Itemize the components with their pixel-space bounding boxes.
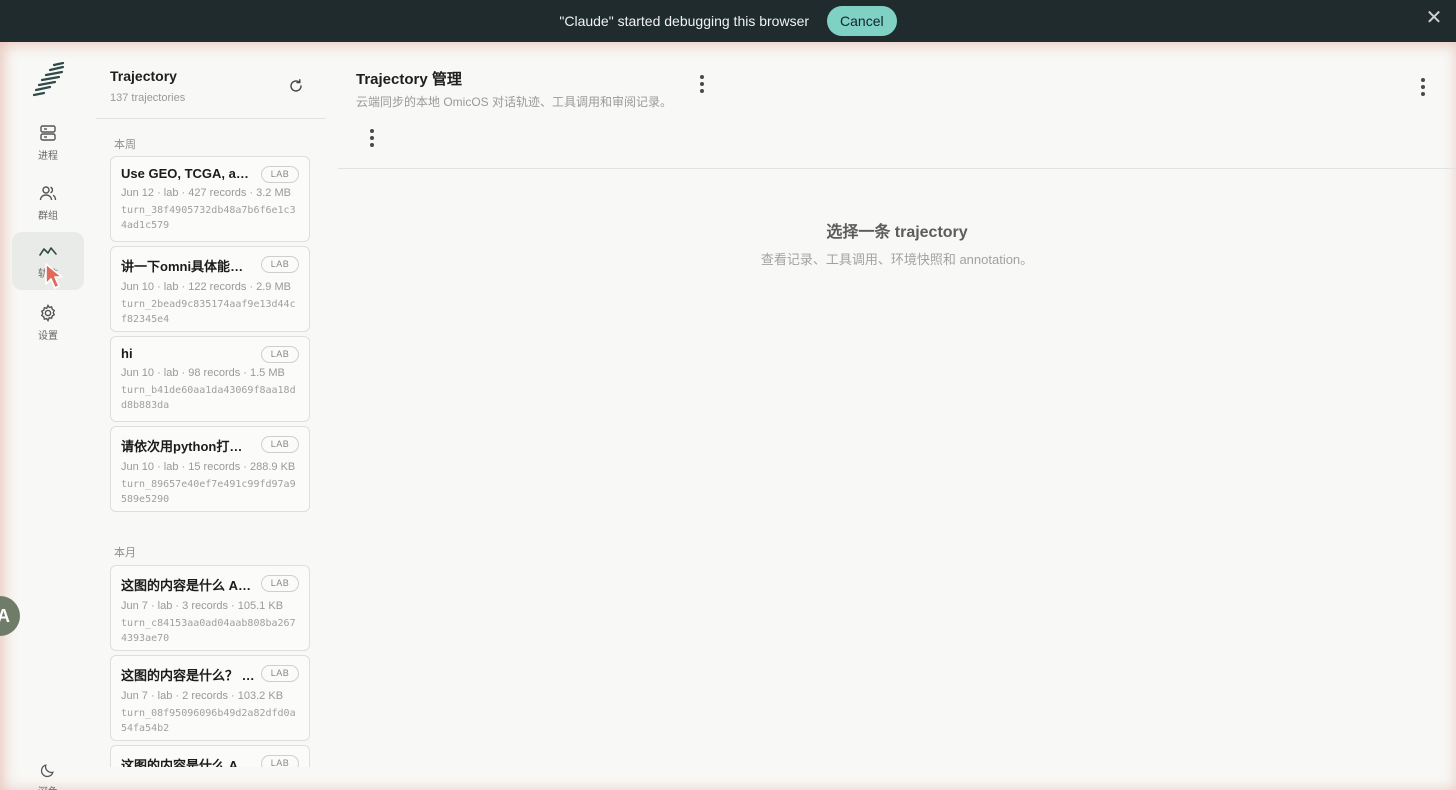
mouse-cursor-icon [45, 263, 63, 289]
card-meta: Jun 12 · lab · 427 records · 3.2 MB [121, 187, 291, 199]
card-turn-id: turn_2bead9c835174aaf9e13d44cf82345e4 [121, 299, 296, 325]
close-icon[interactable]: ✕ [1422, 6, 1446, 30]
debug-banner: "Claude" started debugging this browser … [0, 0, 1456, 42]
page-title: Trajectory 管理 [356, 71, 462, 88]
card-turn-id: turn_89657e40ef7e491c99fd97a9589e5290 [121, 479, 296, 505]
trajectory-card[interactable]: 这图的内容是什么 Attachment LAB Jun 7 · lab · 3 … [110, 565, 310, 651]
main-divider [338, 168, 1456, 169]
card-meta: Jun 7 · lab · 2 records · 103.2 KB [121, 690, 284, 702]
lab-badge: LAB [261, 575, 299, 592]
list-divider [96, 118, 326, 119]
theme-toggle[interactable]: 深色 [12, 758, 84, 790]
lab-badge: LAB [261, 256, 299, 273]
trajectory-card[interactable]: hi LAB Jun 10 · lab · 98 records · 1.5 M… [110, 336, 310, 422]
trajectory-list-panel: Trajectory 137 trajectories 本周 Use GEO, … [96, 42, 326, 790]
card-turn-id: turn_08f95096096b49d2a82dfd0a54fa54b2 [121, 708, 296, 734]
debug-message: "Claude" started debugging this browser [559, 13, 810, 29]
trajectory-card[interactable]: 这图的内容是什么 Attachment LAB [110, 745, 310, 767]
rail-item-processes[interactable]: 进程 [12, 114, 84, 172]
card-title: 讲一下omni具体能干什么 [121, 259, 255, 274]
empty-state-description: 查看记录、工具调用、环境快照和 annotation。 [760, 252, 1034, 267]
card-meta: Jun 7 · lab · 3 records · 105.1 KB [121, 600, 284, 612]
trajectory-card[interactable]: 讲一下omni具体能干什么 LAB Jun 10 · lab · 122 rec… [110, 246, 310, 332]
card-title: 这图的内容是什么 Attachment [121, 758, 255, 767]
card-title: 这图的内容是什么 Attachment [121, 578, 255, 593]
trajectory-card[interactable]: 请依次用python打印数字 LAB Jun 10 · lab · 15 rec… [110, 426, 310, 512]
card-title: 请依次用python打印数字 [121, 439, 255, 454]
empty-state-title: 选择一条 trajectory [826, 224, 968, 241]
card-title: 这图的内容是什么？ Attachment [121, 668, 255, 683]
refresh-icon[interactable] [288, 78, 304, 94]
lab-badge: LAB [261, 346, 299, 363]
trajectory-card[interactable]: Use GEO, TCGA, and other public datasets… [110, 156, 310, 242]
more-options-icon[interactable] [364, 126, 380, 154]
card-meta: Jun 10 · lab · 15 records · 288.9 KB [121, 461, 296, 473]
cancel-debug-button[interactable]: Cancel [827, 6, 897, 36]
more-options-icon[interactable] [694, 72, 710, 100]
group-label-this-week: 本周 [114, 139, 136, 151]
card-meta: Jun 10 · lab · 122 records · 2.9 MB [121, 281, 291, 293]
lab-badge: LAB [261, 436, 299, 453]
server-stack-icon [40, 125, 56, 141]
page-subtitle: 云端同步的本地 OmicOS 对话轨迹、工具调用和审阅记录。 [356, 95, 673, 109]
trajectory-count: 137 trajectories [110, 92, 186, 104]
rail-item-label: 群组 [38, 211, 58, 222]
rail-item-groups[interactable]: 群组 [12, 174, 84, 232]
more-options-icon[interactable] [1415, 75, 1431, 103]
left-rail: 进程 群组 轨迹 设置 [0, 42, 96, 790]
card-turn-id: turn_b41de60aa1da43069f8aa18dd8b883da [121, 385, 296, 411]
rail-item-label: 深色 [38, 783, 58, 790]
rail-item-settings[interactable]: 设置 [12, 294, 84, 352]
gear-icon [40, 304, 56, 322]
card-turn-id: turn_38f4905732db48a7b6f6e1c34ad1c579 [121, 205, 296, 231]
card-meta: Jun 10 · lab · 98 records · 1.5 MB [121, 367, 285, 379]
trend-line-icon [39, 247, 57, 256]
lab-badge: LAB [261, 665, 299, 682]
list-title: Trajectory [110, 68, 177, 84]
card-title: Use GEO, TCGA, and other public datasets [121, 166, 255, 181]
app-logo-icon[interactable] [32, 62, 66, 98]
lab-badge: LAB [261, 166, 299, 183]
rail-item-label: 设置 [38, 331, 58, 342]
rail-item-label: 进程 [38, 151, 58, 162]
card-turn-id: turn_c84153aa0ad04aab808ba2674393ae70 [121, 618, 296, 644]
users-icon [39, 186, 57, 201]
group-label-this-month: 本月 [114, 547, 136, 559]
lab-badge: LAB [261, 755, 299, 767]
main-panel: Trajectory 管理 云端同步的本地 OmicOS 对话轨迹、工具调用和审… [338, 42, 1456, 790]
moon-icon [40, 764, 54, 778]
card-title: hi [121, 346, 133, 361]
trajectory-card[interactable]: 这图的内容是什么？ Attachment LAB Jun 7 · lab · 2… [110, 655, 310, 741]
app-window: 进程 群组 轨迹 设置 [0, 42, 1456, 790]
